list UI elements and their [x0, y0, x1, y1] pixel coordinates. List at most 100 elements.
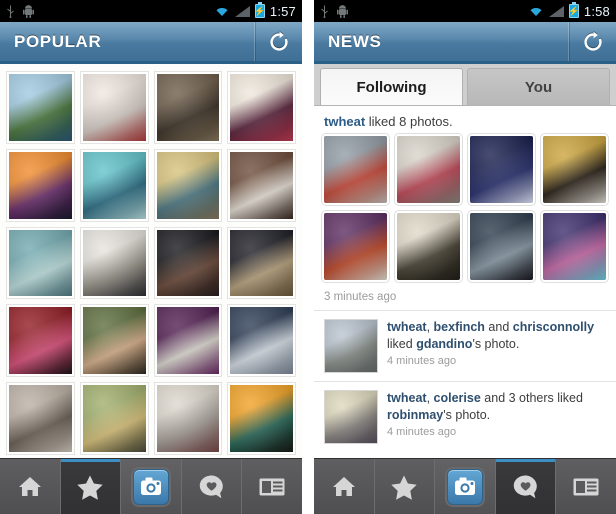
- photo-vignette: [470, 136, 533, 203]
- popular-grid-scroll[interactable]: [0, 64, 302, 458]
- photo-tile[interactable]: [395, 134, 462, 205]
- white-cat-lying-down-image: [230, 151, 293, 219]
- story-username[interactable]: gdandino: [416, 337, 472, 351]
- photo-tile[interactable]: [7, 227, 74, 299]
- story-text: twheat, colerise and 3 others liked robi…: [387, 390, 606, 423]
- tab-you[interactable]: You: [467, 68, 610, 105]
- refresh-button[interactable]: [254, 22, 302, 61]
- photo-tile[interactable]: [228, 227, 295, 299]
- profile-card-icon: [258, 476, 286, 498]
- story-username[interactable]: colerise: [434, 391, 481, 405]
- photo-tile[interactable]: [7, 383, 74, 454]
- photo-vignette: [230, 385, 293, 452]
- photo-tile[interactable]: [7, 149, 74, 221]
- photo-vignette: [9, 74, 72, 141]
- abstract-colorful-lights-image: [543, 213, 606, 280]
- news-scroll[interactable]: Following You twheat liked 8 photos. 3 mi…: [314, 64, 616, 458]
- photo-tile[interactable]: [154, 305, 222, 376]
- story-username[interactable]: twheat: [387, 391, 427, 405]
- liked-photos-timestamp: 3 minutes ago: [324, 291, 397, 303]
- tab-following[interactable]: Following: [320, 68, 463, 105]
- photo-tile[interactable]: [154, 72, 222, 143]
- heart-bubble-icon: [512, 474, 540, 500]
- photo-vignette: [82, 307, 146, 374]
- photo-tile[interactable]: [468, 134, 535, 205]
- aerial-city-view-with-clouds-image: [325, 320, 377, 372]
- news-story-list: twheat, bexfinch and chrisconnolly liked…: [314, 310, 616, 452]
- people-dancing-indoors-image: [543, 136, 606, 203]
- android-robot-icon: [337, 4, 348, 18]
- food-cart-street-scene-image: [82, 385, 146, 452]
- photo-vignette: [543, 136, 606, 203]
- garden-gnome-by-lake-image: [324, 136, 387, 203]
- story-username[interactable]: robinmay: [387, 408, 443, 422]
- photo-tile[interactable]: [228, 72, 295, 143]
- two-people-by-window-image: [156, 151, 220, 219]
- wifi-icon: [528, 5, 544, 17]
- bottom-nav-left: [0, 458, 302, 514]
- story-username[interactable]: bexfinch: [434, 320, 485, 334]
- phone-popular-screen: ⚡ 1:57 POPULAR: [0, 0, 302, 514]
- camera-icon: [453, 475, 477, 499]
- photo-tile[interactable]: [80, 383, 148, 454]
- photo-tile[interactable]: [80, 227, 148, 299]
- photo-tile[interactable]: [154, 383, 222, 454]
- photo-vignette: [470, 213, 533, 280]
- tab-label: Following: [356, 78, 427, 96]
- photo-tile[interactable]: [395, 211, 462, 282]
- blonde-hair-close-up-image: [156, 385, 220, 452]
- liked-photos-user[interactable]: twheat: [324, 114, 365, 129]
- nav-camera-button[interactable]: [435, 459, 496, 514]
- photo-vignette: [82, 229, 146, 297]
- nav-profile-button[interactable]: [242, 459, 302, 514]
- refresh-button[interactable]: [568, 22, 616, 61]
- status-bar-right: ⚡ 1:58: [314, 0, 616, 22]
- photo-tile[interactable]: [7, 72, 74, 143]
- photo-vignette: [230, 74, 293, 141]
- story-username[interactable]: chrisconnolly: [513, 320, 594, 334]
- photo-vignette: [543, 213, 606, 280]
- photo-tile[interactable]: [541, 134, 608, 205]
- photo-tile[interactable]: [7, 305, 74, 376]
- nav-popular-button[interactable]: [60, 459, 122, 514]
- photo-tile[interactable]: [154, 149, 222, 221]
- photo-tile[interactable]: [154, 227, 222, 299]
- couple-playful-portrait-image: [9, 385, 72, 452]
- status-bar-left: ⚡ 1:57: [0, 0, 302, 22]
- photo-tile[interactable]: [541, 211, 608, 282]
- photo-tile[interactable]: [80, 72, 148, 143]
- status-bar-right-icons: ⚡ 1:57: [214, 2, 296, 19]
- photo-tile[interactable]: [228, 305, 295, 376]
- nav-popular-button[interactable]: [374, 459, 436, 514]
- nav-news-button[interactable]: [495, 459, 557, 514]
- photo-tile[interactable]: [80, 305, 148, 376]
- nav-camera-button[interactable]: [121, 459, 182, 514]
- usb-icon: [320, 5, 329, 18]
- cell-signal-icon: [234, 5, 250, 17]
- story-body: twheat, bexfinch and chrisconnolly liked…: [387, 319, 606, 373]
- status-bar-left-icons: [320, 4, 348, 18]
- cell-signal-icon: [548, 5, 564, 17]
- nav-profile-button[interactable]: [556, 459, 616, 514]
- city-street-with-lights-image: [230, 307, 293, 374]
- nav-news-button[interactable]: [181, 459, 243, 514]
- news-story-item[interactable]: twheat, bexfinch and chrisconnolly liked…: [314, 310, 616, 381]
- story-thumbnail[interactable]: [324, 319, 378, 373]
- news-feed: twheat liked 8 photos. 3 minutes ago twh…: [314, 106, 616, 452]
- photo-tile[interactable]: [228, 383, 295, 454]
- photo-tile[interactable]: [80, 149, 148, 221]
- photo-tile[interactable]: [322, 211, 389, 282]
- person-purple-background-striped-shirt-image: [156, 307, 220, 374]
- camera-button-chrome: [446, 468, 483, 505]
- nav-home-button[interactable]: [314, 459, 375, 514]
- status-bar-right-icons: ⚡ 1:58: [528, 2, 610, 19]
- story-thumbnail[interactable]: [324, 390, 378, 444]
- news-story-item[interactable]: twheat, colerise and 3 others liked robi…: [314, 381, 616, 452]
- story-username[interactable]: twheat: [387, 320, 427, 334]
- nav-home-button[interactable]: [0, 459, 61, 514]
- star-icon: [76, 474, 104, 500]
- two-babies-in-teal-floats-image: [9, 229, 72, 297]
- photo-tile[interactable]: [322, 134, 389, 205]
- photo-tile[interactable]: [468, 211, 535, 282]
- photo-tile[interactable]: [228, 149, 295, 221]
